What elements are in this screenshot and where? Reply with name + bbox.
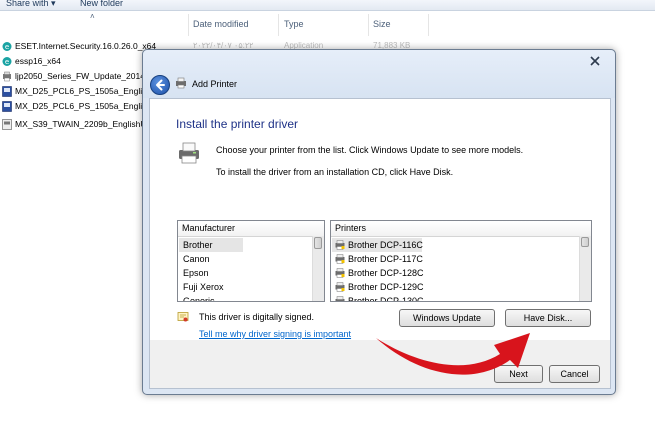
manufacturer-list[interactable]: Manufacturer Brother Canon Epson Fuji Xe… (177, 220, 325, 302)
eset-app-icon: e (2, 42, 12, 51)
column-header-size[interactable]: Size (373, 19, 391, 29)
printer-driver-icon (179, 142, 199, 164)
printer-icon (335, 296, 345, 301)
column-divider[interactable] (428, 14, 429, 36)
column-header-date[interactable]: Date modified (193, 19, 249, 29)
printer-name: Brother DCP-129C (348, 282, 424, 292)
dialog-content: Install the printer driver Choose your p… (149, 98, 611, 342)
scrollbar-thumb[interactable] (314, 237, 322, 249)
annotation-arrow-icon (376, 333, 530, 375)
column-divider[interactable] (188, 14, 189, 36)
printer-name: Brother DCP-116C (348, 240, 423, 250)
printer-icon (335, 282, 345, 292)
svg-text:e: e (5, 58, 9, 66)
printer-name: Brother DCP-130C (348, 296, 424, 302)
printer-name: Brother DCP-117C (348, 254, 423, 264)
column-divider[interactable] (368, 14, 369, 36)
list-item[interactable]: Brother DCP-117C (332, 252, 482, 266)
file-name: MX_D25_PCL6_PS_1505a_English (15, 86, 152, 96)
list-item[interactable]: Canon (183, 252, 210, 266)
scrollbar[interactable] (579, 236, 591, 301)
printers-list-header: Printers (331, 221, 591, 237)
printer-name: Brother DCP-128C (348, 268, 424, 278)
close-button[interactable] (583, 54, 607, 68)
eset-app-icon: e (2, 57, 12, 66)
back-button[interactable] (150, 75, 170, 95)
file-name: ljp2050_Series_FW_Update_20141 (15, 71, 150, 81)
list-item[interactable]: Brother DCP-129C (332, 280, 482, 294)
close-icon (590, 56, 600, 66)
installer-icon (2, 86, 12, 97)
column-header-type[interactable]: Type (284, 19, 304, 29)
chevron-down-icon: ▾ (51, 0, 56, 8)
printer-app-icon (3, 71, 11, 82)
share-with-button[interactable]: Share with ▾ (6, 0, 56, 9)
file-name: MX_D25_PCL6_PS_1505a_English (15, 101, 152, 111)
svg-text:e: e (5, 43, 9, 51)
installer-icon (2, 101, 12, 112)
instruction-text: To install the driver from an installati… (216, 167, 454, 177)
file-name: MX_S39_TWAIN_2209b_EnglishU (15, 119, 147, 129)
list-item[interactable]: Brother DCP-128C (332, 266, 482, 280)
arrow-left-icon (156, 79, 165, 91)
printers-list[interactable]: Printers Brother DCP-116C Brother DCP-11… (330, 220, 592, 302)
column-divider[interactable] (278, 14, 279, 36)
file-name: essp16_x64 (15, 56, 61, 66)
printer-icon (335, 240, 345, 250)
list-item[interactable]: Generic (183, 294, 215, 301)
list-item[interactable]: Brother DCP-116C (332, 238, 423, 252)
certificate-icon (177, 312, 189, 322)
dialog-title: Add Printer (192, 79, 238, 89)
list-item[interactable]: Epson (183, 266, 209, 280)
printer-icon (335, 268, 345, 278)
list-item[interactable]: Brother DCP-130C (332, 294, 482, 302)
file-name: ESET.Internet.Security.16.0.26.0_x64 (15, 41, 157, 51)
cancel-button[interactable]: Cancel (549, 365, 600, 383)
printer-icon (176, 77, 186, 89)
manufacturer-list-header: Manufacturer (178, 221, 324, 237)
list-item[interactable]: Fuji Xerox (183, 280, 224, 294)
driver-signing-link[interactable]: Tell me why driver signing is important (199, 329, 351, 339)
new-folder-button[interactable]: New folder (80, 0, 123, 8)
printer-icon (335, 254, 345, 264)
sort-up-icon: ˄ (90, 12, 95, 21)
dialog-title-bar (143, 50, 615, 98)
scrollbar[interactable] (312, 236, 324, 301)
instruction-text: Choose your printer from the list. Click… (216, 145, 524, 155)
installer-icon (2, 119, 12, 130)
page-heading: Install the printer driver (176, 117, 299, 131)
signed-driver-text: This driver is digitally signed. (199, 312, 315, 322)
share-with-label: Share with (6, 0, 49, 8)
list-item[interactable]: Brother (179, 238, 243, 252)
scrollbar-thumb[interactable] (581, 237, 589, 247)
